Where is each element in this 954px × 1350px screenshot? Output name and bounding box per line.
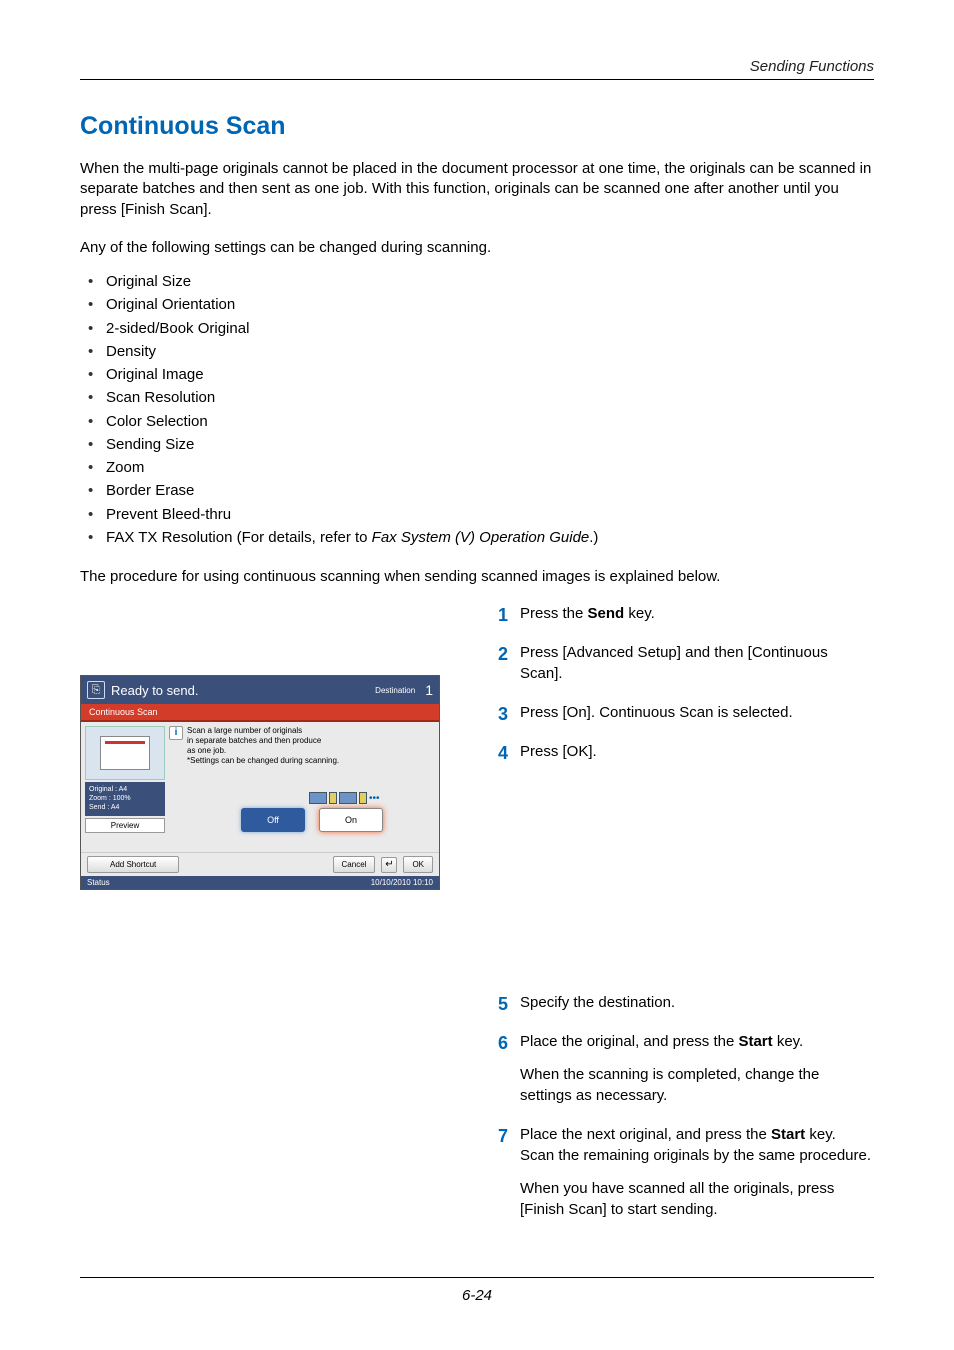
add-shortcut-button[interactable]: Add Shortcut (87, 856, 179, 873)
document-icon (100, 736, 150, 770)
step-1: 1 Press the Send key. (484, 603, 874, 624)
fax-prefix: FAX TX Resolution (For details, refer to (106, 529, 372, 546)
fax-guide-title: Fax System (V) Operation Guide (372, 529, 590, 546)
list-item: FAX TX Resolution (For details, refer to… (80, 526, 874, 549)
list-item: Color Selection (80, 410, 874, 433)
footer-rule (80, 1277, 874, 1278)
procedure-steps: 1 Press the Send key. 2 Press [Advanced … (484, 603, 874, 1220)
info-text: Scan a large number of originals in sepa… (187, 726, 339, 766)
mode-icons: ••• (309, 792, 380, 804)
step-4: 4 Press [OK]. (484, 741, 874, 762)
side-info-block: Original : A4 Zoom : 100% Send : A4 (85, 782, 165, 815)
header-rule (80, 79, 874, 80)
list-item: Density (80, 340, 874, 363)
panel-tab-continuous-scan[interactable]: Continuous Scan (81, 704, 439, 722)
cancel-button[interactable]: Cancel (333, 856, 376, 873)
step-number: 4 (484, 741, 508, 766)
status-datetime: 10/10/2010 10:10 (371, 878, 433, 887)
settings-intro: Any of the following settings can be cha… (80, 238, 874, 258)
touch-panel-screenshot: ⎘ Ready to send. Destination 1 Continuou… (80, 675, 440, 890)
running-header: Sending Functions (80, 58, 874, 75)
screenshot-column: ⎘ Ready to send. Destination 1 Continuou… (80, 603, 460, 1238)
separator-icon (359, 792, 367, 804)
step-7-sub: When you have scanned all the originals,… (520, 1178, 874, 1220)
off-button[interactable]: Off (241, 808, 305, 832)
list-item: Scan Resolution (80, 386, 874, 409)
separator-icon (329, 792, 337, 804)
fax-suffix: .) (589, 529, 598, 546)
step-3: 3 Press [On]. Continuous Scan is selecte… (484, 702, 874, 723)
step-number: 2 (484, 642, 508, 667)
list-item: Zoom (80, 456, 874, 479)
step-7: 7 Place the next original, and press the… (484, 1124, 874, 1220)
panel-action-bar: Add Shortcut Cancel ↵ OK (81, 852, 439, 876)
ok-button[interactable]: OK (403, 856, 433, 873)
step-5: 5 Specify the destination. (484, 992, 874, 1013)
on-button[interactable]: On (319, 808, 383, 832)
list-item: Sending Size (80, 433, 874, 456)
preview-thumbnail (85, 726, 165, 780)
destination-label: Destination (375, 686, 415, 695)
page-number: 6-24 (0, 1287, 954, 1304)
back-button[interactable]: ↵ (381, 857, 397, 873)
panel-header: ⎘ Ready to send. Destination 1 (81, 676, 439, 704)
panel-title: Ready to send. (111, 683, 369, 698)
panel-main: i Scan a large number of originals in se… (169, 726, 435, 848)
info-icon: i (169, 726, 183, 740)
page-title: Continuous Scan (80, 112, 874, 141)
step-number: 6 (484, 1031, 508, 1056)
settings-list: Original Size Original Orientation 2-sid… (80, 270, 874, 549)
step-6-sub: When the scanning is completed, change t… (520, 1064, 874, 1106)
step-number: 3 (484, 702, 508, 727)
preview-button[interactable]: Preview (85, 818, 165, 833)
list-item: Original Orientation (80, 293, 874, 316)
list-item: 2-sided/Book Original (80, 317, 874, 340)
page-icon (309, 792, 327, 804)
send-icon: ⎘ (87, 681, 105, 699)
step-2: 2 Press [Advanced Setup] and then [Conti… (484, 642, 874, 684)
step-number: 7 (484, 1124, 508, 1149)
ellipsis-icon: ••• (369, 793, 380, 804)
panel-body: Original : A4 Zoom : 100% Send : A4 Prev… (81, 722, 439, 852)
list-item: Border Erase (80, 479, 874, 502)
list-item: Original Size (80, 270, 874, 293)
list-item: Original Image (80, 363, 874, 386)
panel-sidebar: Original : A4 Zoom : 100% Send : A4 Prev… (85, 726, 165, 848)
destination-count: 1 (425, 682, 433, 698)
page-icon (339, 792, 357, 804)
panel-status-bar: Status 10/10/2010 10:10 (81, 876, 439, 889)
status-label[interactable]: Status (87, 878, 110, 887)
procedure-intro: The procedure for using continuous scann… (80, 567, 874, 587)
list-item: Prevent Bleed-thru (80, 503, 874, 526)
step-number: 5 (484, 992, 508, 1017)
step-number: 1 (484, 603, 508, 628)
steps-column: 1 Press the Send key. 2 Press [Advanced … (484, 603, 874, 1238)
intro-paragraph: When the multi-page originals cannot be … (80, 159, 874, 220)
step-6: 6 Place the original, and press the Star… (484, 1031, 874, 1106)
